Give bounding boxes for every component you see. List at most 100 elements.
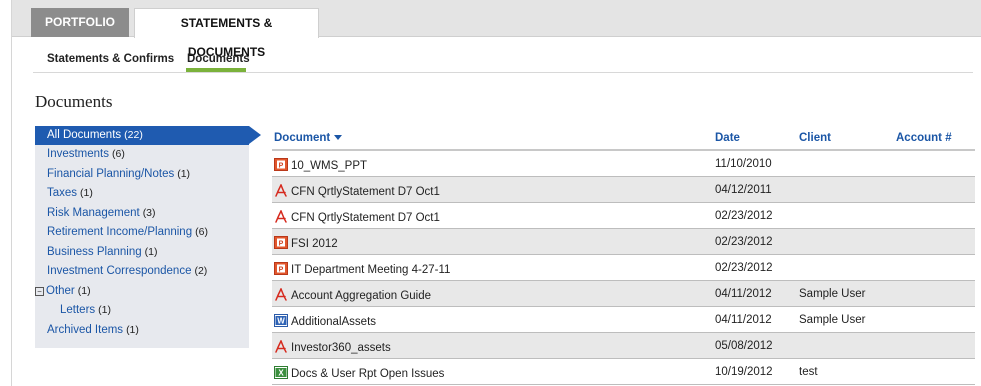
date-cell: 11/10/2010 xyxy=(715,158,772,170)
svg-text:P: P xyxy=(279,162,284,169)
svg-text:W: W xyxy=(277,317,285,326)
sidebar-item-archived-items[interactable]: Archived Items (1) xyxy=(35,321,249,341)
tab-statements-documents[interactable]: STATEMENTS & DOCUMENTS xyxy=(134,8,319,59)
sidebar-item-count: (3) xyxy=(142,206,156,219)
sidebar-item-other[interactable]: − Other (1) xyxy=(35,282,249,302)
document-name[interactable]: Docs & User Rpt Open Issues xyxy=(291,368,444,380)
pdf-icon xyxy=(274,288,288,302)
table-row[interactable]: CFN QrtlyStatement D7 Oct1 02/23/2012 xyxy=(272,203,975,229)
column-header-label: Document xyxy=(274,132,331,144)
sidebar-item-label: Financial Planning/Notes xyxy=(47,167,175,180)
sidebar-item-label: Archived Items xyxy=(47,323,124,336)
active-subnav-indicator xyxy=(186,68,246,72)
sidebar-item-letters[interactable]: Letters (1) xyxy=(35,301,249,321)
date-cell: 02/23/2012 xyxy=(715,210,773,222)
sub-navigation: Statements & Confirms Documents xyxy=(33,43,973,73)
table-row[interactable]: Investor360_assets 05/08/2012 xyxy=(272,333,975,359)
column-header-document[interactable]: Document xyxy=(274,132,343,144)
document-cell[interactable]: CFN QrtlyStatement D7 Oct1 xyxy=(274,210,440,224)
svg-text:X: X xyxy=(278,369,284,378)
pdf-icon xyxy=(274,210,288,224)
sidebar-item-count: (6) xyxy=(112,148,125,160)
table-header: Document Date Client Account # xyxy=(272,126,975,151)
client-cell: Sample User xyxy=(799,314,866,326)
ppt-icon: P xyxy=(274,236,288,250)
sidebar-item-label: Investment Correspondence xyxy=(47,265,192,277)
sidebar-item-label: Investments xyxy=(47,148,109,160)
sidebar-item-investment-correspondence[interactable]: Investment Correspondence (2) xyxy=(35,262,249,282)
sidebar-item-label: Taxes xyxy=(47,187,78,199)
pdf-icon xyxy=(274,184,288,198)
column-header-client[interactable]: Client xyxy=(799,132,831,144)
document-category-sidebar: All Documents (22) Investments (6) Financi… xyxy=(35,126,261,348)
sidebar-item-count: (2) xyxy=(194,265,208,277)
date-cell: 02/23/2012 xyxy=(715,236,773,248)
table-row[interactable]: CFN QrtlyStatement D7 Oct1 04/12/2011 xyxy=(272,177,975,203)
document-cell[interactable]: P IT Department Meeting 4-27-11 xyxy=(274,262,450,276)
date-cell: 04/12/2011 xyxy=(715,184,772,196)
table-row[interactable]: Account Aggregation Guide 04/11/2012 Sampl… xyxy=(272,281,975,307)
sidebar-item-count: (1) xyxy=(126,323,139,336)
sidebar-item-label: Letters xyxy=(60,304,96,316)
date-cell: 04/11/2012 xyxy=(715,314,772,326)
document-cell[interactable]: W AdditionalAssets xyxy=(274,314,376,328)
svg-text:P: P xyxy=(279,240,284,247)
document-cell[interactable]: P FSI 2012 xyxy=(274,236,338,250)
document-name[interactable]: Account Aggregation Guide xyxy=(291,290,431,302)
ppt-icon: P xyxy=(274,158,288,172)
sidebar-item-label: Retirement Income/Planning xyxy=(47,226,193,238)
sidebar-item-financial-planning[interactable]: Financial Planning/Notes (1) xyxy=(35,165,249,185)
collapse-toggle-icon[interactable]: − xyxy=(35,286,44,296)
document-cell[interactable]: Investor360_assets xyxy=(274,340,391,354)
sidebar-item-label: Risk Management xyxy=(47,206,140,219)
table-body: P 10_WMS_PPT 11/10/2010 CFN QrtlyStatement … xyxy=(272,151,975,385)
subnav-documents[interactable]: Documents xyxy=(187,53,250,65)
document-cell[interactable]: P 10_WMS_PPT xyxy=(274,158,367,172)
sidebar-item-taxes[interactable]: Taxes (1) xyxy=(35,184,249,204)
active-arrow-icon xyxy=(249,126,261,144)
column-header-date[interactable]: Date xyxy=(715,132,740,144)
sidebar-item-count: (22) xyxy=(124,129,143,141)
page-title: Documents xyxy=(35,92,113,111)
sidebar-item-all-documents[interactable]: All Documents (22) xyxy=(35,126,261,145)
table-row[interactable]: W AdditionalAssets 04/11/2012 Sample User xyxy=(272,307,975,333)
word-icon: W xyxy=(274,314,288,328)
document-name[interactable]: CFN QrtlyStatement D7 Oct1 xyxy=(291,186,440,198)
sort-descending-icon xyxy=(334,135,343,140)
table-row[interactable]: P IT Department Meeting 4-27-11 02/23/2012 xyxy=(272,255,975,281)
sidebar-item-count: (6) xyxy=(195,226,208,238)
table-row[interactable]: P FSI 2012 02/23/2012 xyxy=(272,229,975,255)
document-name[interactable]: AdditionalAssets xyxy=(291,316,376,328)
sidebar-item-risk-management[interactable]: Risk Management (3) xyxy=(35,204,249,224)
tab-portfolio[interactable]: PORTFOLIO xyxy=(31,8,129,37)
subnav-statements-confirms[interactable]: Statements & Confirms xyxy=(47,53,174,65)
sidebar-item-business-planning[interactable]: Business Planning (1) xyxy=(35,243,249,263)
document-cell[interactable]: Account Aggregation Guide xyxy=(274,288,431,302)
client-cell: test xyxy=(799,366,818,378)
table-row[interactable]: X Docs & User Rpt Open Issues 10/19/2012 te… xyxy=(272,359,975,385)
documents-table: Document Date Client Account # P 10_WMS_P… xyxy=(272,126,975,385)
column-header-account[interactable]: Account # xyxy=(896,132,952,144)
sidebar-item-count: (1) xyxy=(80,187,93,199)
table-row[interactable]: P 10_WMS_PPT 11/10/2010 xyxy=(272,151,975,177)
pdf-icon xyxy=(274,340,288,354)
sidebar-item-count: (1) xyxy=(144,245,158,258)
svg-text:P: P xyxy=(279,266,284,273)
document-cell[interactable]: CFN QrtlyStatement D7 Oct1 xyxy=(274,184,440,198)
sidebar-item-count: (1) xyxy=(77,284,91,297)
document-name[interactable]: Investor360_assets xyxy=(291,342,391,354)
sidebar-item-retirement-income[interactable]: Retirement Income/Planning (6) xyxy=(35,223,249,243)
ppt-icon: P xyxy=(274,262,288,276)
sidebar-item-label: Other xyxy=(46,284,75,297)
document-cell[interactable]: X Docs & User Rpt Open Issues xyxy=(274,366,444,380)
sidebar-item-investments[interactable]: Investments (6) xyxy=(35,145,249,165)
document-name[interactable]: CFN QrtlyStatement D7 Oct1 xyxy=(291,212,440,224)
document-name[interactable]: FSI 2012 xyxy=(291,238,338,250)
client-cell: Sample User xyxy=(799,288,866,300)
sidebar-item-label: Business Planning xyxy=(47,245,142,258)
excel-icon: X xyxy=(274,366,288,380)
document-name[interactable]: IT Department Meeting 4-27-11 xyxy=(291,264,450,276)
sidebar-item-count: (1) xyxy=(98,304,112,316)
date-cell: 04/11/2012 xyxy=(715,288,772,300)
document-name[interactable]: 10_WMS_PPT xyxy=(291,160,367,172)
